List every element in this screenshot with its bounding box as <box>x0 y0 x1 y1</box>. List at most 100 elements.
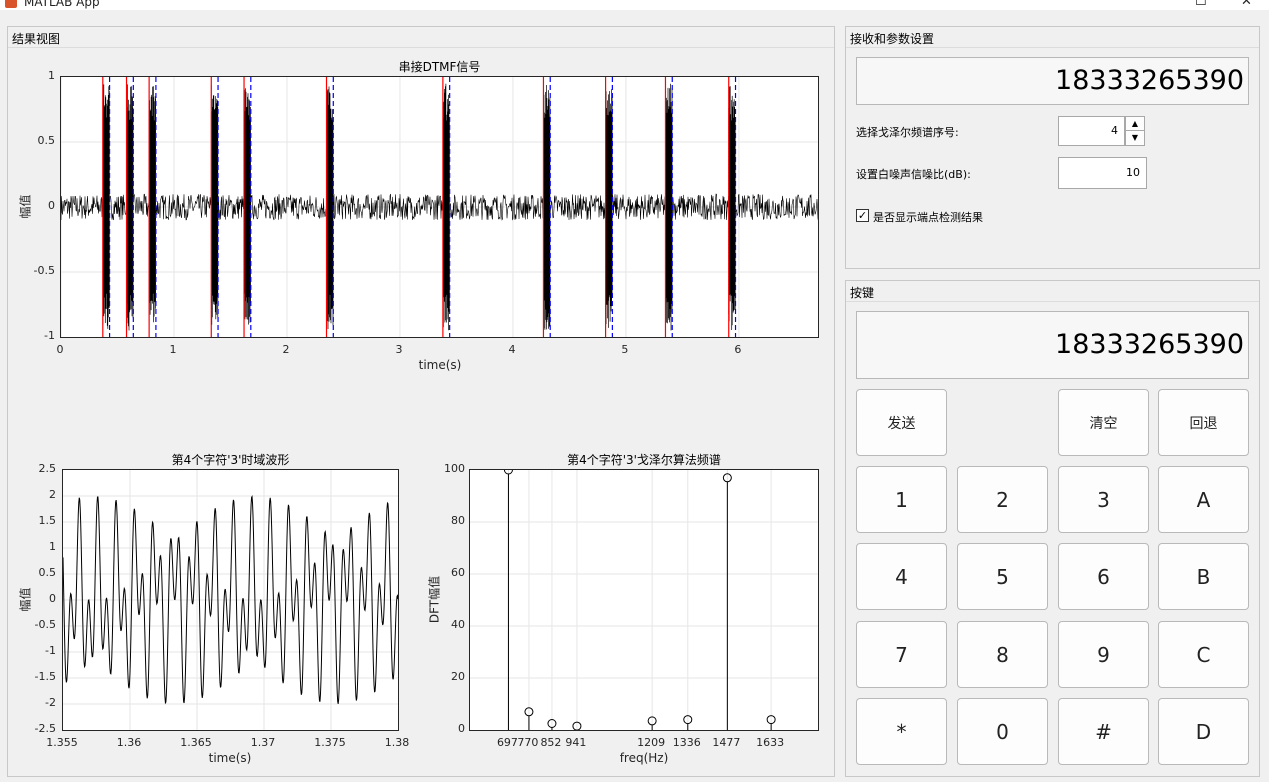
time-xtick-label: 1.375 <box>314 736 346 749</box>
tone-burst-9 <box>605 89 613 328</box>
time-waveform-line <box>63 495 398 705</box>
send-button[interactable]: 发送 <box>856 389 947 456</box>
tone-burst-1 <box>102 84 110 329</box>
time-ytick-label: -1 <box>45 644 56 657</box>
results-panel-title: 结果视图 <box>12 32 61 46</box>
key-2-button[interactable]: 2 <box>957 466 1048 533</box>
key-7-button[interactable]: 7 <box>856 621 947 688</box>
spectrum-index-label: 选择戈泽尔频谱序号: <box>856 126 959 139</box>
key-star-button[interactable]: * <box>856 698 947 765</box>
tone-burst-6 <box>326 86 334 329</box>
matlab-app-icon <box>5 0 17 8</box>
freq-plot-svg <box>470 470 818 730</box>
key-9-button[interactable]: 9 <box>1058 621 1149 688</box>
receive-panel-title: 接收和参数设置 <box>850 32 935 46</box>
time-plot-svg <box>63 470 398 730</box>
main-ytick-label: 0.5 <box>37 134 56 147</box>
freq-ytick-label: 20 <box>451 670 465 683</box>
time-ytick-label: -2 <box>45 696 56 709</box>
spectrum-index-field[interactable]: 4 <box>1058 116 1125 146</box>
time-xtick-label: 1.36 <box>116 736 142 749</box>
snr-field[interactable]: 10 <box>1058 157 1147 189</box>
key-c-button[interactable]: C <box>1158 621 1249 688</box>
main-xtick-label: 2 <box>282 343 290 356</box>
snr-label: 设置白噪声信噪比(dB): <box>856 168 971 181</box>
time-ytick-label: -2.5 <box>34 722 56 735</box>
main-plot-xlabel: time(s) <box>418 358 462 372</box>
close-icon[interactable]: ✕ <box>1241 0 1252 9</box>
key-a-button[interactable]: A <box>1158 466 1249 533</box>
key-hash-button[interactable]: # <box>1058 698 1149 765</box>
time-plot-xlabel: time(s) <box>208 751 252 765</box>
panel-title-divider <box>846 301 1259 302</box>
tone-burst-3 <box>148 86 156 324</box>
main-xtick-label: 4 <box>508 343 516 356</box>
freq-ytick-label: 80 <box>451 514 465 527</box>
main-plot-svg <box>61 77 818 337</box>
freq-ytick-label: 0 <box>458 722 465 735</box>
key-4-button[interactable]: 4 <box>856 543 947 610</box>
main-xtick-label: 1 <box>169 343 177 356</box>
time-ytick-label: 2 <box>49 488 56 501</box>
freq-ytick-label: 100 <box>444 462 465 475</box>
show-endpoint-checkbox[interactable]: ✓ <box>856 209 869 222</box>
freq-xtick-label: 941 <box>565 736 587 749</box>
time-ytick-label: -1.5 <box>34 670 56 683</box>
keypad-panel-title: 按键 <box>850 286 875 300</box>
main-xtick-label: 6 <box>734 343 742 356</box>
time-xtick-label: 1.38 <box>384 736 410 749</box>
tone-burst-4 <box>210 85 219 325</box>
spectrum-index-spinner: ▲ ▼ <box>1125 116 1145 146</box>
show-endpoint-label: 是否显示端点检测结果 <box>873 211 983 224</box>
clear-button[interactable]: 清空 <box>1058 389 1149 456</box>
main-ytick-label: -1 <box>44 329 55 342</box>
received-number-display: 18333265390 <box>856 57 1249 105</box>
panel-title-divider <box>8 47 834 48</box>
key-1-button[interactable]: 1 <box>856 466 947 533</box>
main-ytick-label: -0.5 <box>33 264 55 277</box>
time-ytick-label: 2.5 <box>38 462 57 475</box>
tone-burst-5 <box>243 88 251 325</box>
title-bar: MATLAB App ☐ ✕ <box>0 0 1269 10</box>
time-xtick-label: 1.365 <box>180 736 212 749</box>
main-xtick-label: 5 <box>621 343 629 356</box>
spin-down-icon[interactable]: ▼ <box>1126 131 1144 145</box>
time-ytick-label: -0.5 <box>34 618 56 631</box>
key-8-button[interactable]: 8 <box>957 621 1048 688</box>
time-plot-title: 第4个字符'3'时域波形 <box>171 453 290 467</box>
main-xtick-label: 3 <box>395 343 403 356</box>
freq-xtick-label: 1336 <box>672 736 701 749</box>
main-plot-ylabel: 幅值 <box>18 194 33 219</box>
panel-title-divider <box>846 47 1259 48</box>
main-plot-axes[interactable] <box>60 76 819 338</box>
time-ytick-label: 1 <box>49 540 56 553</box>
key-0-button[interactable]: 0 <box>957 698 1048 765</box>
key-b-button[interactable]: B <box>1158 543 1249 610</box>
time-ytick-label: 0.5 <box>38 566 57 579</box>
tone-burst-11 <box>728 86 736 330</box>
window-title: MATLAB App <box>24 0 100 9</box>
time-plot-axes[interactable] <box>62 469 399 731</box>
freq-xtick-label: 1209 <box>637 736 666 749</box>
main-xtick-label: 0 <box>56 343 64 356</box>
backspace-button[interactable]: 回退 <box>1158 389 1249 456</box>
tone-burst-7 <box>442 83 450 331</box>
spin-up-icon[interactable]: ▲ <box>1126 117 1144 131</box>
tone-burst-10 <box>665 83 673 331</box>
tone-burst-8 <box>543 85 551 330</box>
main-ytick-label: 1 <box>48 69 55 82</box>
time-xtick-label: 1.37 <box>250 736 276 749</box>
freq-plot-axes[interactable] <box>469 469 819 731</box>
key-5-button[interactable]: 5 <box>957 543 1048 610</box>
freq-xtick-label: 1477 <box>712 736 741 749</box>
key-6-button[interactable]: 6 <box>1058 543 1149 610</box>
time-ytick-label: 1.5 <box>38 514 57 527</box>
main-plot-title: 串接DTMF信号 <box>398 60 481 74</box>
time-plot-ylabel: 幅值 <box>18 587 33 612</box>
freq-plot-title: 第4个字符'3'戈泽尔算法频谱 <box>567 453 721 467</box>
freq-xtick-label: 1633 <box>756 736 785 749</box>
key-d-button[interactable]: D <box>1158 698 1249 765</box>
tone-burst-2 <box>126 84 134 331</box>
maximize-icon[interactable]: ☐ <box>1195 0 1207 9</box>
key-3-button[interactable]: 3 <box>1058 466 1149 533</box>
